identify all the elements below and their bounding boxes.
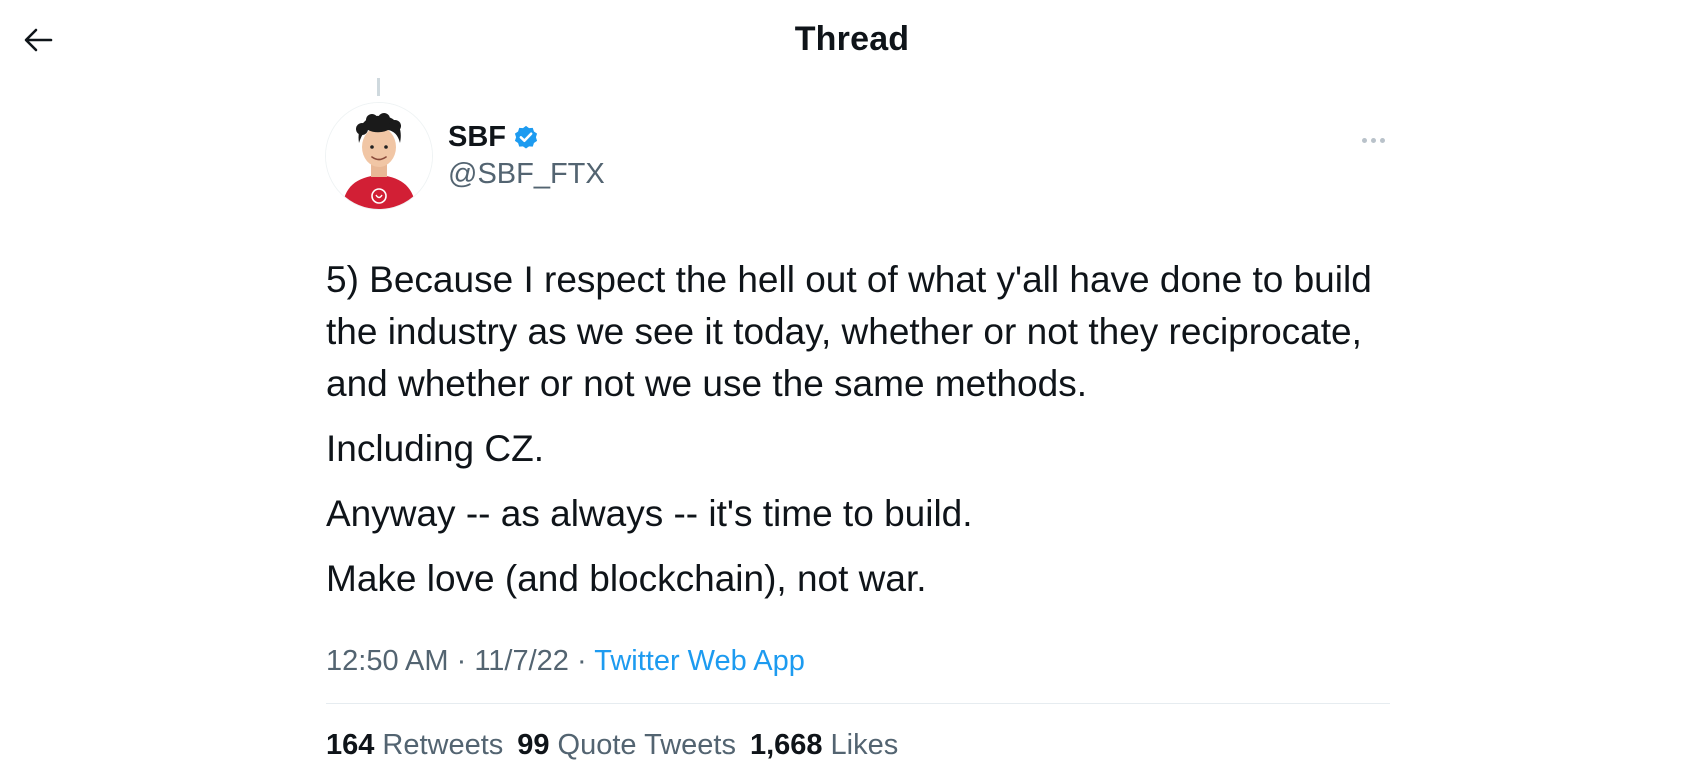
tweet-author: SBF @SBF_FTX <box>448 118 605 191</box>
quote-tweets-stat[interactable]: 99 Quote Tweets <box>517 725 736 765</box>
tweet-date[interactable]: 11/7/22 <box>474 645 569 677</box>
display-name-row: SBF <box>448 118 605 156</box>
avatar-image <box>326 103 432 209</box>
likes-label: Likes <box>830 729 899 761</box>
avatar[interactable] <box>326 103 432 209</box>
quote-tweets-label: Quote Tweets <box>557 729 736 761</box>
divider <box>326 703 1390 704</box>
tweet-paragraph: Including CZ. <box>326 428 544 469</box>
thread-header: Thread <box>0 0 1704 78</box>
tweet-source-link[interactable]: Twitter Web App <box>594 645 805 677</box>
more-icon <box>1361 137 1385 143</box>
retweets-count: 164 <box>326 729 375 761</box>
page-title: Thread <box>794 20 910 58</box>
likes-count: 1,668 <box>749 729 823 761</box>
likes-stat[interactable]: 1,668 Likes <box>750 725 898 765</box>
thread-connector-line <box>377 78 380 96</box>
verified-badge-icon <box>514 125 538 149</box>
meta-separator: · <box>456 645 467 677</box>
author-display-name[interactable]: SBF <box>448 121 506 154</box>
retweets-label: Retweets <box>382 729 504 761</box>
tweet-paragraph: Make love (and blockchain), not war. <box>326 558 927 599</box>
meta-separator: · <box>577 645 587 677</box>
tweet-text: 5) Because I respect the hell out of wha… <box>326 254 1396 618</box>
tweet-meta: 12:50 AM · 11/7/22 · Twitter Web App <box>326 641 805 681</box>
retweets-stat[interactable]: 164 Retweets <box>326 725 503 765</box>
more-options-button[interactable] <box>1350 122 1396 158</box>
thread-page: Thread SBF @SBF_FTX 5) Because I respect… <box>0 0 1704 775</box>
tweet-time[interactable]: 12:50 AM <box>326 645 449 677</box>
quote-tweets-count: 99 <box>517 729 550 761</box>
tweet-stats: 164 Retweets 99 Quote Tweets 1,668 Likes <box>326 725 898 765</box>
tweet-paragraph: Anyway -- as always -- it's time to buil… <box>326 493 973 534</box>
tweet-paragraph: 5) Because I respect the hell out of wha… <box>326 259 1372 404</box>
author-handle[interactable]: @SBF_FTX <box>448 158 605 191</box>
